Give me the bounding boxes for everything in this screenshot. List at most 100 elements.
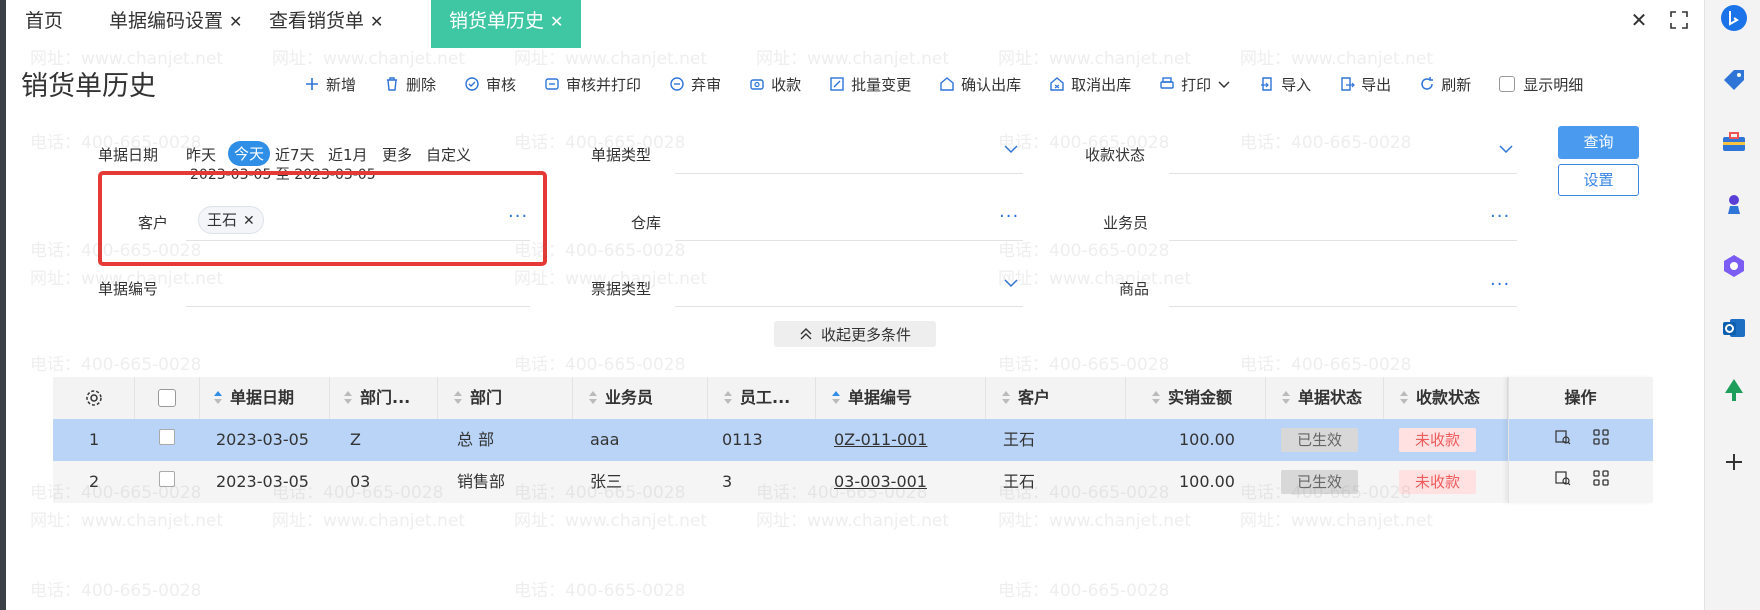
column-header-customer[interactable]: 客户 xyxy=(986,377,1126,419)
games-icon[interactable] xyxy=(1720,190,1748,218)
payment-status-select[interactable] xyxy=(1169,173,1517,174)
chevron-down-icon[interactable] xyxy=(1498,141,1514,157)
tab-view-sales-order[interactable]: 查看销货单 ✕ xyxy=(269,0,383,48)
column-label: 部门 xyxy=(470,388,503,407)
audit-print-icon xyxy=(545,78,559,90)
date-option-1month[interactable]: 近1月 xyxy=(328,144,368,165)
import-label: 导入 xyxy=(1281,75,1312,94)
add-button[interactable]: 新增 xyxy=(304,74,356,95)
select-all-cell xyxy=(135,377,200,419)
query-button[interactable]: 查询 xyxy=(1558,126,1639,159)
tab-home[interactable]: 首页 xyxy=(25,0,63,48)
salesperson-input[interactable] xyxy=(1169,240,1517,241)
table-row[interactable]: 1 2023-03-05 Z 总 部 aaa 0113 0Z-011-001 王… xyxy=(53,419,1653,461)
column-header-salesperson[interactable]: 业务员 xyxy=(573,377,708,419)
date-option-yesterday[interactable]: 昨天 xyxy=(186,144,216,165)
sort-icon[interactable] xyxy=(1282,391,1290,405)
date-option-custom[interactable]: 自定义 xyxy=(426,144,471,165)
table-row[interactable]: 2 2023-03-05 03 销售部 张三 3 03-003-001 王石 1… xyxy=(53,461,1653,503)
batch-edit-button[interactable]: 批量变更 xyxy=(829,74,911,95)
row-checkbox[interactable] xyxy=(159,471,175,487)
column-header-date[interactable]: 单据日期 xyxy=(200,377,330,419)
ticket-type-label: 票据类型 xyxy=(591,280,652,298)
cell-doc-no-link[interactable]: 0Z-011-001 xyxy=(834,419,927,461)
collapse-conditions-button[interactable]: 收起更多条件 xyxy=(774,321,936,347)
sort-icon[interactable] xyxy=(724,391,732,405)
cancel-out-button[interactable]: 取消出库 xyxy=(1049,74,1131,95)
cell-doc-no-link[interactable]: 03-003-001 xyxy=(834,461,927,503)
more-icon[interactable]: ··· xyxy=(1490,208,1510,226)
unaudit-button[interactable]: 弃审 xyxy=(669,74,721,95)
sort-icon[interactable] xyxy=(1400,391,1408,405)
doc-type-select[interactable] xyxy=(675,173,1023,174)
row-index: 1 xyxy=(89,430,100,449)
payment-status-badge: 未收款 xyxy=(1399,428,1477,452)
refresh-button[interactable]: 刷新 xyxy=(1419,74,1471,95)
audit-button[interactable]: 审核 xyxy=(464,74,516,95)
tree-icon[interactable] xyxy=(1720,376,1748,404)
import-button[interactable]: 导入 xyxy=(1259,74,1311,95)
sort-icon[interactable] xyxy=(589,391,597,405)
outlook-icon[interactable] xyxy=(1720,314,1748,342)
warehouse-input[interactable] xyxy=(675,240,1023,241)
column-header-amount[interactable]: 实销金额 xyxy=(1126,377,1266,419)
product-input[interactable] xyxy=(1169,306,1517,307)
column-header-emp-code[interactable]: 员工... xyxy=(708,377,816,419)
close-window-button[interactable]: ✕ xyxy=(1624,0,1654,40)
tools-icon[interactable] xyxy=(1720,128,1748,156)
date-option-more[interactable]: 更多 xyxy=(382,144,412,165)
column-header-doc-no[interactable]: 单据编号 xyxy=(816,377,986,419)
audit-print-button[interactable]: 审核并打印 xyxy=(544,74,641,95)
view-detail-icon[interactable] xyxy=(1555,429,1571,445)
product-label: 商品 xyxy=(1119,280,1150,298)
sort-icon[interactable] xyxy=(1002,391,1010,405)
bing-icon[interactable] xyxy=(1720,4,1748,32)
fullscreen-icon[interactable] xyxy=(1664,0,1694,40)
delete-button[interactable]: 删除 xyxy=(384,74,436,95)
grid-menu-icon[interactable] xyxy=(1593,429,1609,445)
column-header-pay-status[interactable]: 收款状态 xyxy=(1384,377,1508,419)
show-detail-label: 显示明细 xyxy=(1523,75,1584,94)
confirm-out-button[interactable]: 确认出库 xyxy=(939,74,1021,95)
more-icon[interactable]: ··· xyxy=(1490,276,1510,294)
close-icon[interactable]: ✕ xyxy=(229,12,242,31)
chevron-down-icon[interactable] xyxy=(1217,77,1231,91)
add-icon[interactable] xyxy=(1720,448,1748,476)
cell-date: 2023-03-05 xyxy=(216,430,309,449)
chevron-down-icon[interactable] xyxy=(1003,275,1019,291)
more-icon[interactable]: ··· xyxy=(999,208,1019,226)
grid-menu-icon[interactable] xyxy=(1593,470,1609,486)
chevron-down-icon[interactable] xyxy=(1003,141,1019,157)
tab-document-code-settings[interactable]: 单据编码设置 ✕ xyxy=(109,0,242,48)
sort-icon[interactable] xyxy=(214,391,222,405)
close-icon[interactable]: ✕ xyxy=(370,12,383,31)
app-window: 首页 单据编码设置 ✕ 查看销货单 ✕ 销货单历史 ✕ ✕ 销货单历史 新增 删除 审… xyxy=(6,0,1704,610)
close-icon[interactable]: ✕ xyxy=(550,12,563,31)
doc-no-input[interactable] xyxy=(186,306,530,307)
sort-icon[interactable] xyxy=(1152,391,1160,405)
sort-icon[interactable] xyxy=(454,391,462,405)
date-option-today[interactable]: 今天 xyxy=(228,141,271,166)
show-detail-toggle[interactable]: 显示明细 xyxy=(1499,74,1583,95)
sort-icon[interactable] xyxy=(344,391,352,405)
date-option-7days[interactable]: 近7天 xyxy=(275,144,315,165)
sort-icon[interactable] xyxy=(832,391,840,405)
column-header-dept-code[interactable]: 部门... xyxy=(330,377,438,419)
select-all-checkbox[interactable] xyxy=(158,389,176,407)
ticket-type-select[interactable] xyxy=(675,306,1023,307)
settings-button[interactable]: 设置 xyxy=(1558,164,1639,196)
row-checkbox[interactable] xyxy=(159,429,175,445)
shopping-tag-icon[interactable] xyxy=(1720,66,1748,94)
print-button[interactable]: 打印 xyxy=(1159,74,1231,95)
export-button[interactable]: 导出 xyxy=(1339,74,1391,95)
column-header-dept[interactable]: 部门 xyxy=(438,377,573,419)
tab-sales-order-history[interactable]: 销货单历史 ✕ xyxy=(431,0,582,48)
audit-icon xyxy=(465,77,479,91)
view-detail-icon[interactable] xyxy=(1555,470,1571,486)
show-detail-checkbox[interactable] xyxy=(1499,76,1516,92)
column-settings-icon[interactable] xyxy=(53,377,135,419)
column-header-doc-status[interactable]: 单据状态 xyxy=(1266,377,1384,419)
cell-customer: 王石 xyxy=(1003,472,1036,491)
receipt-button[interactable]: 收款 xyxy=(749,74,801,95)
copilot-icon[interactable] xyxy=(1720,252,1748,280)
